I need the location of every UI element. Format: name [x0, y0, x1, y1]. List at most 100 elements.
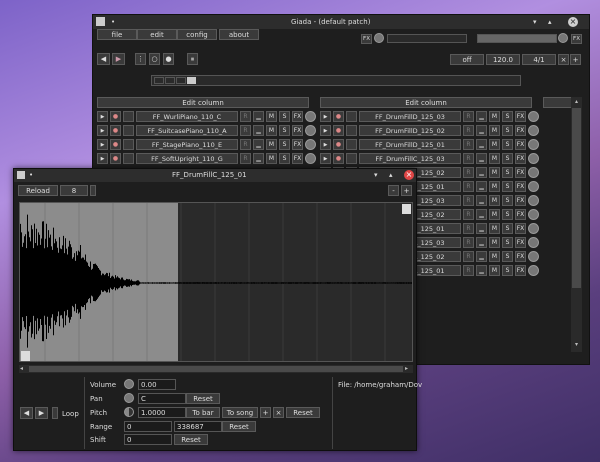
channel-read-actions-button[interactable]: R [463, 181, 474, 192]
scroll-thumb[interactable] [572, 108, 581, 288]
restore-icon[interactable]: ▴ [389, 171, 393, 179]
channel-volume-knob[interactable] [528, 139, 539, 150]
volume-input[interactable]: 0.00 [138, 379, 176, 390]
channel-solo-button[interactable]: S [502, 195, 513, 206]
channel-play-button[interactable]: ▶ [320, 153, 331, 164]
channel-fx-button[interactable]: FX [292, 139, 303, 150]
prev-button[interactable]: ◀ [20, 407, 33, 419]
channel-fx-button[interactable]: FX [515, 153, 526, 164]
channel-solo-button[interactable]: S [502, 153, 513, 164]
channel-read-actions-button[interactable]: R [463, 237, 474, 248]
wave-scrollbar[interactable]: ◂ ▸ [19, 365, 413, 373]
pitch-reset-button[interactable]: Reset [286, 407, 320, 418]
channel-fx-button[interactable]: FX [292, 125, 303, 136]
bpm-button[interactable]: 120.0 [486, 54, 520, 65]
channel-fx-button[interactable]: FX [292, 153, 303, 164]
channel-read-actions-button[interactable]: R [463, 111, 474, 122]
play-button[interactable]: ▶ [112, 53, 125, 65]
channel-solo-button[interactable]: S [279, 153, 290, 164]
channel-volume-knob[interactable] [305, 111, 316, 122]
channel-arm-button[interactable]: ● [110, 139, 121, 150]
channel-solo-button[interactable]: S [502, 181, 513, 192]
channel-fx-button[interactable]: FX [515, 195, 526, 206]
channel-mute-button[interactable]: M [266, 139, 277, 150]
main-scrollbar[interactable]: ▴ ▾ [571, 97, 582, 352]
pitch-input[interactable]: 1.0000 [138, 407, 186, 418]
channel-name-button[interactable]: FF_StagePiano_110_E [136, 139, 238, 150]
channel-volume-knob[interactable] [528, 237, 539, 248]
channel-play-button[interactable]: ▶ [97, 111, 108, 122]
range-start-input[interactable]: 0 [124, 421, 172, 432]
channel-mute-line[interactable]: ▁ [476, 265, 487, 276]
channel-name-button[interactable]: FF_DrumFillC_125_03 [359, 153, 461, 164]
channel-read-actions-button[interactable]: R [463, 209, 474, 220]
channel-read-actions-button[interactable]: R [463, 125, 474, 136]
range-start-handle[interactable] [21, 351, 30, 361]
restore-icon[interactable]: ▴ [548, 18, 552, 26]
close-icon[interactable]: × [404, 170, 414, 180]
scroll-down-icon[interactable]: ▾ [572, 341, 581, 349]
channel-play-button[interactable]: ▶ [320, 139, 331, 150]
master-out-fx-button[interactable]: FX [571, 34, 582, 44]
channel-mute-button[interactable]: M [489, 223, 500, 234]
channel-mute-line[interactable]: ▁ [476, 139, 487, 150]
channel-arm-button[interactable]: ● [333, 139, 344, 150]
menu-edit[interactable]: edit [137, 29, 177, 40]
channel-solo-button[interactable]: S [502, 209, 513, 220]
channel-name-button[interactable]: FF_DrumFillD_125_02 [359, 125, 461, 136]
range-end-input[interactable]: 338687 [174, 421, 222, 432]
channel-volume-knob[interactable] [528, 111, 539, 122]
channel-read-actions-button[interactable]: R [463, 223, 474, 234]
rewind-button[interactable]: ◀ [97, 53, 110, 65]
channel-mute-line[interactable]: ▁ [253, 111, 264, 122]
channel-solo-button[interactable]: S [279, 111, 290, 122]
channel-play-button[interactable]: ▶ [97, 153, 108, 164]
master-out-knob[interactable] [558, 33, 568, 43]
close-icon[interactable]: × [568, 17, 578, 27]
menu-config[interactable]: config [177, 29, 217, 40]
channel-read-actions-button[interactable]: R [463, 265, 474, 276]
pan-knob[interactable] [124, 393, 134, 403]
channel-fx-button[interactable]: FX [515, 251, 526, 262]
volume-knob[interactable] [124, 379, 134, 389]
channel-mute-button[interactable]: M [489, 153, 500, 164]
zoom-in-button[interactable]: + [401, 185, 412, 196]
channel-play-button[interactable]: ▶ [320, 111, 331, 122]
master-in-fx-button[interactable]: FX [361, 34, 372, 44]
channel-fx-button[interactable]: FX [515, 265, 526, 276]
channel-mute-button[interactable]: M [266, 153, 277, 164]
metronome-button[interactable]: ⏸ [187, 53, 198, 65]
channel-fx-button[interactable]: FX [515, 125, 526, 136]
action-rec-button[interactable]: ○ [149, 53, 160, 65]
minimize-icon[interactable]: ▾ [533, 18, 537, 26]
channel-mute-line[interactable]: ▁ [476, 167, 487, 178]
shift-input[interactable]: 0 [124, 434, 172, 445]
channel-volume-knob[interactable] [305, 153, 316, 164]
channel-name-button[interactable]: FF_DrumFillD_125_01 [359, 139, 461, 150]
edit-column-2-button[interactable]: Edit column [320, 97, 532, 108]
channel-mute-line[interactable]: ▁ [253, 125, 264, 136]
channel-arm-button[interactable]: ● [110, 111, 121, 122]
channel-mute-button[interactable]: M [489, 167, 500, 178]
zoom-handle[interactable] [90, 185, 96, 196]
zoom-out-button[interactable]: - [388, 185, 399, 196]
channel-fx-button[interactable]: FX [515, 167, 526, 178]
channel-solo-button[interactable]: S [279, 139, 290, 150]
channel-read-actions-button[interactable]: R [463, 167, 474, 178]
master-in-knob[interactable] [374, 33, 384, 43]
edit-column-1-button[interactable]: Edit column [97, 97, 309, 108]
channel-read-actions-button[interactable]: R [463, 139, 474, 150]
beats-divide-button[interactable]: × [558, 54, 569, 65]
channel-solo-button[interactable]: S [502, 251, 513, 262]
channel-name-button[interactable]: FF_SoftUpright_110_G [136, 153, 238, 164]
channel-mute-line[interactable]: ▁ [476, 195, 487, 206]
channel-solo-button[interactable]: S [502, 223, 513, 234]
channel-volume-knob[interactable] [528, 265, 539, 276]
channel-volume-knob[interactable] [528, 209, 539, 220]
channel-name-button[interactable]: FF_SuitcasePiano_110_A [136, 125, 238, 136]
channel-mute-line[interactable]: ▁ [476, 237, 487, 248]
quantizer-off-button[interactable]: off [450, 54, 484, 65]
channel-fx-button[interactable]: FX [515, 111, 526, 122]
menu-about[interactable]: about [219, 29, 259, 40]
channel-mute-button[interactable]: M [489, 125, 500, 136]
